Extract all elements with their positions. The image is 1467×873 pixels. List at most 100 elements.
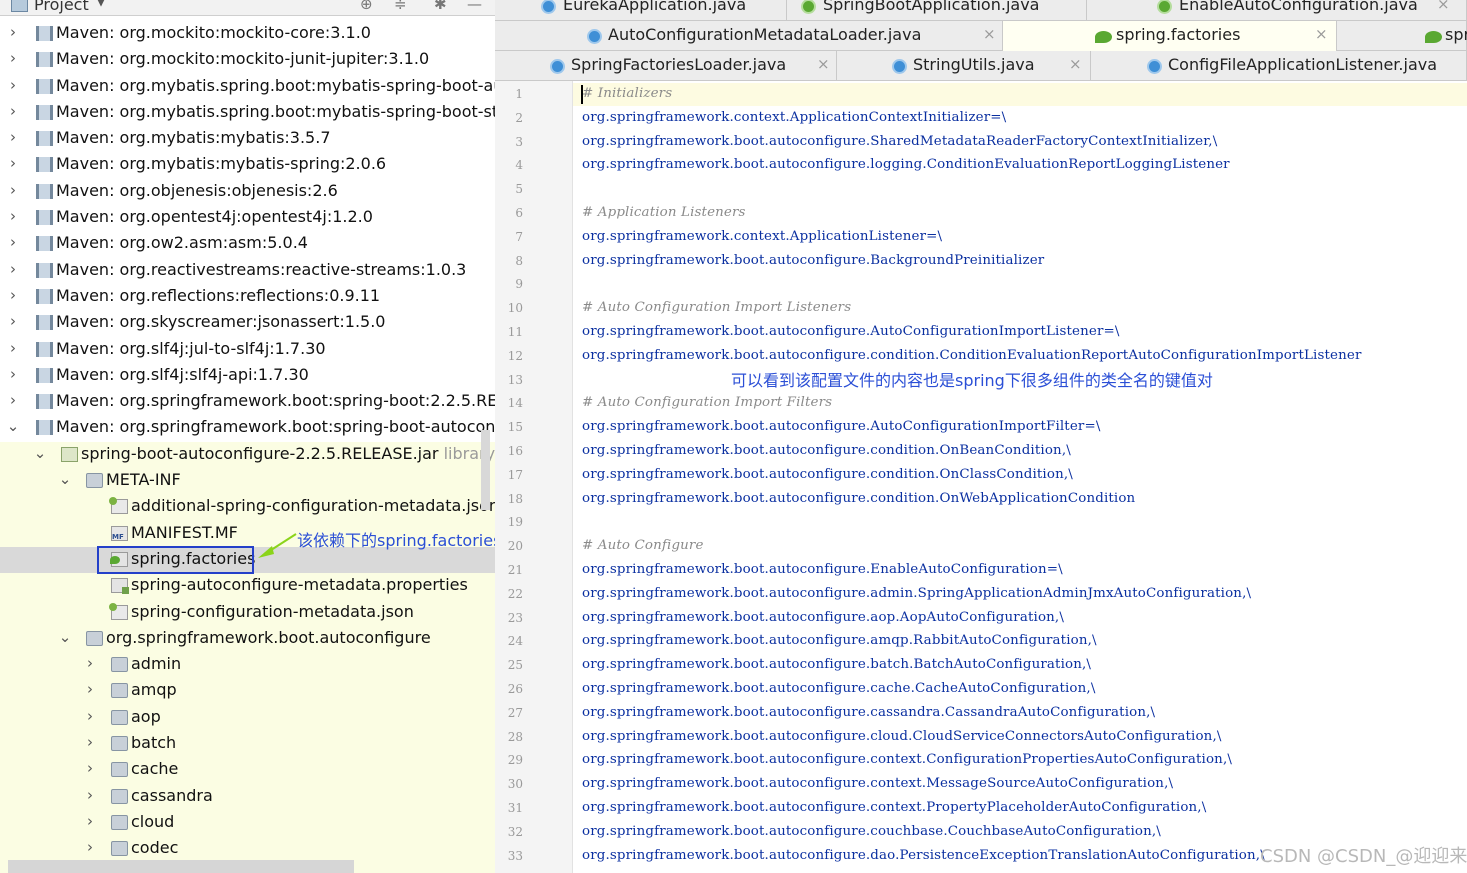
tab-auto-configuration-metadata-loader[interactable]: AutoConfigurationMetadataLoader.java × bbox=[495, 21, 1003, 51]
code-line[interactable]: 5 bbox=[495, 178, 1467, 202]
code-line[interactable]: 10 # Auto Configuration Import Listeners bbox=[495, 297, 1467, 321]
code-area[interactable]: 1 # Initializers 2 org.springframework.cont… bbox=[495, 83, 1467, 868]
tab-enable-auto-configuration[interactable]: EnableAutoConfiguration.java × bbox=[1087, 0, 1467, 21]
chevron-right-icon[interactable]: › bbox=[83, 680, 97, 698]
chevron-right-icon[interactable]: › bbox=[83, 786, 97, 804]
code-line[interactable]: 31 org.springframework.boot.autoconfigure… bbox=[495, 797, 1467, 821]
tree-item-maven-library[interactable]: › Maven: org.ow2.asm:asm:5.0.4 bbox=[0, 231, 495, 257]
tree-item-maven-library[interactable]: › Maven: org.mockito:mockito-junit-jupite… bbox=[0, 47, 495, 73]
tree-item-package[interactable]: ⌄ org.springframework.boot.autoconfigure bbox=[0, 625, 495, 653]
locate-icon[interactable]: ⊕ bbox=[360, 0, 373, 13]
close-icon[interactable]: × bbox=[1437, 0, 1450, 13]
tree-item-maven-library[interactable]: › Maven: org.reactivestreams:reactive-str… bbox=[0, 258, 495, 284]
chevron-down-icon[interactable]: ⌄ bbox=[33, 444, 47, 462]
chevron-right-icon[interactable]: › bbox=[83, 812, 97, 830]
tree-item-maven-library[interactable]: › Maven: org.mockito:mockito-core:3.1.0 bbox=[0, 21, 495, 47]
tree-item-maven-library[interactable]: › Maven: org.skyscreamer:jsonassert:1.5.0 bbox=[0, 310, 495, 336]
tab-spring-factories[interactable]: spring.factories × bbox=[1003, 21, 1337, 51]
chevron-right-icon[interactable]: › bbox=[83, 707, 97, 725]
collapse-all-icon[interactable]: ≑ bbox=[394, 0, 407, 13]
tree-item-maven-library[interactable]: › Maven: org.springframework.boot:spring-… bbox=[0, 389, 495, 415]
code-line[interactable]: 8 org.springframework.boot.autoconfigure.… bbox=[495, 250, 1467, 274]
project-panel-title[interactable]: Project bbox=[34, 0, 89, 14]
chevron-right-icon[interactable]: › bbox=[6, 391, 20, 409]
code-line[interactable]: 3 org.springframework.boot.autoconfigure.… bbox=[495, 131, 1467, 155]
tree-item-package[interactable]: › admin bbox=[0, 652, 495, 679]
tree-item-maven-library[interactable]: › Maven: org.slf4j:jul-to-slf4j:1.7.30 bbox=[0, 337, 495, 363]
code-line[interactable]: 30 org.springframework.boot.autoconfigure… bbox=[495, 773, 1467, 797]
code-line[interactable]: 20 # Auto Configure bbox=[495, 535, 1467, 559]
chevron-down-icon[interactable]: ▼ bbox=[96, 0, 106, 9]
code-line[interactable]: 16 org.springframework.boot.autoconfigure… bbox=[495, 440, 1467, 464]
code-line[interactable]: 26 org.springframework.boot.autoconfigure… bbox=[495, 678, 1467, 702]
tree-item-folder[interactable]: ⌄ META-INF bbox=[0, 468, 495, 495]
tree-item-maven-library[interactable]: › Maven: org.mybatis.spring.boot:mybatis-… bbox=[0, 74, 495, 100]
chevron-down-icon[interactable]: ⌄ bbox=[58, 470, 72, 488]
chevron-right-icon[interactable]: › bbox=[6, 23, 20, 41]
code-line[interactable]: 7 org.springframework.context.Application… bbox=[495, 226, 1467, 250]
tree-item-maven-library[interactable]: › Maven: org.slf4j:slf4j-api:1.7.30 bbox=[0, 363, 495, 389]
code-line[interactable]: 27 org.springframework.boot.autoconfigure… bbox=[495, 702, 1467, 726]
chevron-right-icon[interactable]: › bbox=[6, 339, 20, 357]
tree-item-package[interactable]: › aop bbox=[0, 704, 495, 732]
chevron-right-icon[interactable]: › bbox=[6, 102, 20, 120]
tab-string-utils[interactable]: StringUtils.java × bbox=[837, 51, 1091, 81]
chevron-right-icon[interactable]: › bbox=[83, 838, 97, 856]
tree-item-maven-library[interactable]: › Maven: org.mybatis.spring.boot:mybatis-… bbox=[0, 100, 495, 126]
code-line[interactable]: 29 org.springframework.boot.autoconfigure… bbox=[495, 749, 1467, 773]
chevron-right-icon[interactable]: › bbox=[6, 365, 20, 383]
code-line[interactable]: 17 org.springframework.boot.autoconfigure… bbox=[495, 464, 1467, 488]
chevron-right-icon[interactable]: › bbox=[6, 49, 20, 67]
tree-item-package[interactable]: › cassandra bbox=[0, 783, 495, 810]
tab-spring-boot-application[interactable]: SpringBootApplication.java bbox=[787, 0, 1087, 21]
code-line[interactable]: 14 # Auto Configuration Import Filters bbox=[495, 392, 1467, 416]
chevron-right-icon[interactable]: › bbox=[6, 76, 20, 94]
code-line[interactable]: 25 org.springframework.boot.autoconfigure… bbox=[495, 654, 1467, 678]
tree-item-maven-library[interactable]: › Maven: org.reflections:reflections:0.9.… bbox=[0, 284, 495, 310]
close-icon[interactable]: × bbox=[983, 25, 996, 43]
tree-item-package[interactable]: › amqp bbox=[0, 678, 495, 705]
code-line[interactable]: 21 org.springframework.boot.autoconfigure… bbox=[495, 559, 1467, 583]
chevron-right-icon[interactable]: › bbox=[6, 312, 20, 330]
chevron-right-icon[interactable]: › bbox=[6, 233, 20, 251]
code-line[interactable]: 11 org.springframework.boot.autoconfigure… bbox=[495, 321, 1467, 345]
code-line[interactable]: 2 org.springframework.context.Application… bbox=[495, 107, 1467, 131]
chevron-right-icon[interactable]: › bbox=[6, 154, 20, 172]
tree-item-package[interactable]: › cloud bbox=[0, 809, 495, 837]
code-line[interactable]: 9 bbox=[495, 273, 1467, 297]
chevron-right-icon[interactable]: › bbox=[83, 654, 97, 672]
code-line[interactable]: 12 org.springframework.boot.autoconfigure… bbox=[495, 345, 1467, 369]
chevron-right-icon[interactable]: › bbox=[6, 128, 20, 146]
chevron-right-icon[interactable]: › bbox=[6, 181, 20, 199]
code-line[interactable]: 24 org.springframework.boot.autoconfigure… bbox=[495, 630, 1467, 654]
code-line[interactable]: 4 org.springframework.boot.autoconfigure.… bbox=[495, 154, 1467, 178]
tab-config-file-application-listener[interactable]: ConfigFileApplicationListener.java bbox=[1091, 51, 1467, 81]
tab-spr[interactable]: spr bbox=[1337, 21, 1467, 51]
chevron-right-icon[interactable]: › bbox=[83, 733, 97, 751]
close-icon[interactable]: × bbox=[1315, 25, 1328, 43]
chevron-right-icon[interactable]: › bbox=[83, 759, 97, 777]
chevron-down-icon[interactable]: ⌄ bbox=[6, 417, 20, 435]
code-line[interactable]: 32 org.springframework.boot.autoconfigure… bbox=[495, 821, 1467, 845]
vertical-scrollbar[interactable] bbox=[481, 430, 490, 510]
code-line[interactable]: 18 org.springframework.boot.autoconfigure… bbox=[495, 488, 1467, 512]
tree-item-package[interactable]: › cache bbox=[0, 757, 495, 784]
tree-item-jar[interactable]: ⌄ spring-boot-autoconfigure-2.2.5.RELEASE… bbox=[0, 441, 495, 469]
tab-eureka-application[interactable]: EurekaApplication.java bbox=[525, 0, 787, 21]
close-icon[interactable]: × bbox=[817, 55, 830, 73]
code-line[interactable]: 22 org.springframework.boot.autoconfigure… bbox=[495, 583, 1467, 607]
chevron-right-icon[interactable]: › bbox=[6, 260, 20, 278]
gear-icon[interactable]: ✱ bbox=[434, 0, 447, 13]
tree-item-file[interactable]: spring-configuration-metadata.json bbox=[0, 599, 495, 626]
minimize-icon[interactable]: — bbox=[467, 0, 482, 13]
tab-spring-factories-loader[interactable]: SpringFactoriesLoader.java × bbox=[495, 51, 837, 81]
code-line[interactable]: 23 org.springframework.boot.autoconfigure… bbox=[495, 607, 1467, 631]
close-icon[interactable]: × bbox=[1069, 55, 1082, 73]
tree-item-maven-library[interactable]: › Maven: org.mybatis:mybatis:3.5.7 bbox=[0, 126, 495, 152]
chevron-right-icon[interactable]: › bbox=[6, 286, 20, 304]
tree-item-maven-library[interactable]: › Maven: org.opentest4j:opentest4j:1.2.0 bbox=[0, 205, 495, 231]
code-line[interactable]: 15 org.springframework.boot.autoconfigure… bbox=[495, 416, 1467, 440]
code-line[interactable]: 1 # Initializers bbox=[495, 83, 1467, 107]
chevron-down-icon[interactable]: ⌄ bbox=[58, 628, 72, 646]
horizontal-scrollbar[interactable] bbox=[8, 860, 354, 873]
